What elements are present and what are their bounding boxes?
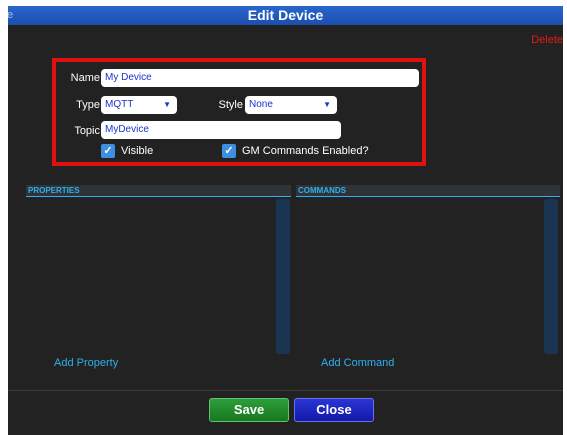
name-input[interactable]: My Device	[101, 69, 419, 87]
type-label: Type	[76, 99, 100, 111]
gm-commands-checkbox[interactable]: ✓	[222, 144, 236, 158]
add-command-link[interactable]: Add Command	[321, 357, 394, 369]
visible-label: Visible	[121, 145, 154, 157]
type-select[interactable]: MQTT ▼	[101, 96, 177, 114]
commands-panel-header: COMMANDS	[296, 185, 560, 197]
device-form-highlight: Name My Device Type MQTT ▼ Style None ▼ …	[52, 58, 426, 166]
name-label: Name	[70, 72, 100, 84]
topic-label: Topic	[74, 125, 100, 137]
chevron-down-icon: ▼	[163, 100, 171, 109]
style-label: Style	[218, 99, 243, 111]
add-property-link[interactable]: Add Property	[54, 357, 118, 369]
checkmark-icon: ✓	[224, 145, 234, 157]
edit-device-dialog: Edit Device e Delete Name My Device Type…	[8, 6, 563, 435]
chevron-down-icon: ▼	[323, 100, 331, 109]
save-button[interactable]: Save	[209, 398, 289, 422]
topic-input[interactable]: MyDevice	[101, 121, 341, 139]
properties-scrollbar[interactable]	[276, 199, 290, 354]
style-select[interactable]: None ▼	[245, 96, 337, 114]
commands-scrollbar[interactable]	[544, 199, 558, 354]
dialog-title: Edit Device	[8, 6, 563, 25]
visible-checkbox[interactable]: ✓	[101, 144, 115, 158]
delete-link[interactable]: Delete	[531, 34, 563, 46]
footer-divider	[8, 390, 563, 391]
gm-commands-label: GM Commands Enabled?	[242, 145, 369, 157]
properties-panel-header: PROPERTIES	[26, 185, 291, 197]
edge-fragment-text: e	[8, 9, 14, 21]
checkmark-icon: ✓	[103, 145, 113, 157]
style-select-value: None	[249, 99, 273, 110]
type-select-value: MQTT	[105, 99, 134, 110]
close-button[interactable]: Close	[294, 398, 374, 422]
